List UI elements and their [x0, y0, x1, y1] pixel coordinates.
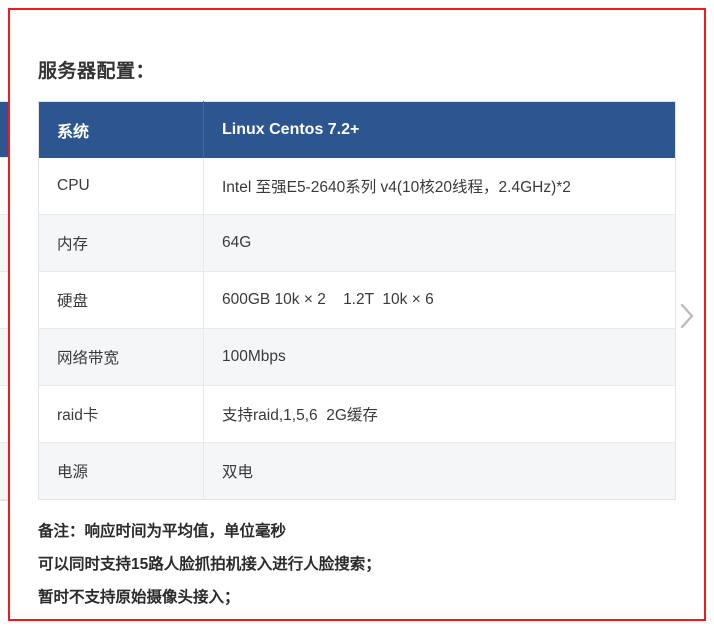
table-cell-value: Intel 至强E5-2640系列 v4(10核20线程，2.4GHz)*2 — [203, 157, 676, 215]
table-cell-label: 网络带宽 — [38, 328, 204, 386]
table-header-cell-system: 系统 — [38, 101, 204, 158]
footnote-line: 暂时不支持原始摄像头接入； — [38, 589, 240, 606]
table-row: 网络带宽 100Mbps — [38, 328, 676, 386]
footnote-line: 可以同时支持15路人脸抓拍机接入进行人脸搜索； — [38, 556, 381, 573]
footnotes: 备注：响应时间为平均值，单位毫秒 可以同时支持15路人脸抓拍机接入进行人脸搜索；… — [38, 515, 678, 614]
table-row: 内存 64G — [38, 214, 676, 272]
footnote-line: 备注：响应时间为平均值，单位毫秒 — [38, 523, 287, 540]
table-header: 系统 Linux Centos 7.2+ — [38, 101, 676, 158]
table-cell-value: 支持raid,1,5,6 2G缓存 — [203, 385, 676, 443]
table-cell-label: CPU — [38, 157, 204, 215]
chevron-right-icon[interactable] — [674, 296, 700, 336]
table-cell-label: 电源 — [38, 442, 204, 500]
table-row: 电源 双电 — [38, 442, 676, 500]
server-spec-table: 系统 Linux Centos 7.2+ CPU Intel 至强E5-2640系… — [38, 101, 676, 500]
table-row: 硬盘 600GB 10k × 2 1.2T 10k × 6 — [38, 271, 676, 329]
table-body: CPU Intel 至强E5-2640系列 v4(10核20线程，2.4GHz)*… — [38, 157, 676, 500]
table-header-row: 系统 Linux Centos 7.2+ — [38, 101, 676, 158]
table-cell-value: 100Mbps — [203, 328, 676, 386]
table-cell-label: 内存 — [38, 214, 204, 272]
table-row: CPU Intel 至强E5-2640系列 v4(10核20线程，2.4GHz)*… — [38, 157, 676, 215]
table-cell-value: 600GB 10k × 2 1.2T 10k × 6 — [203, 271, 676, 329]
screenshot-root: 服务器配置： 系统 Linux Centos 7.2+ CPU Intel 至强E… — [0, 0, 714, 633]
table-cell-value: 64G — [203, 214, 676, 272]
table-cell-value: 双电 — [203, 442, 676, 500]
table-row: raid卡 支持raid,1,5,6 2G缓存 — [38, 385, 676, 443]
table-header-cell-os: Linux Centos 7.2+ — [203, 101, 676, 158]
content-card: 服务器配置： 系统 Linux Centos 7.2+ CPU Intel 至强E… — [10, 10, 704, 619]
table-cell-label: 硬盘 — [38, 271, 204, 329]
table-cell-label: raid卡 — [38, 385, 204, 443]
page-title: 服务器配置： — [38, 61, 156, 82]
